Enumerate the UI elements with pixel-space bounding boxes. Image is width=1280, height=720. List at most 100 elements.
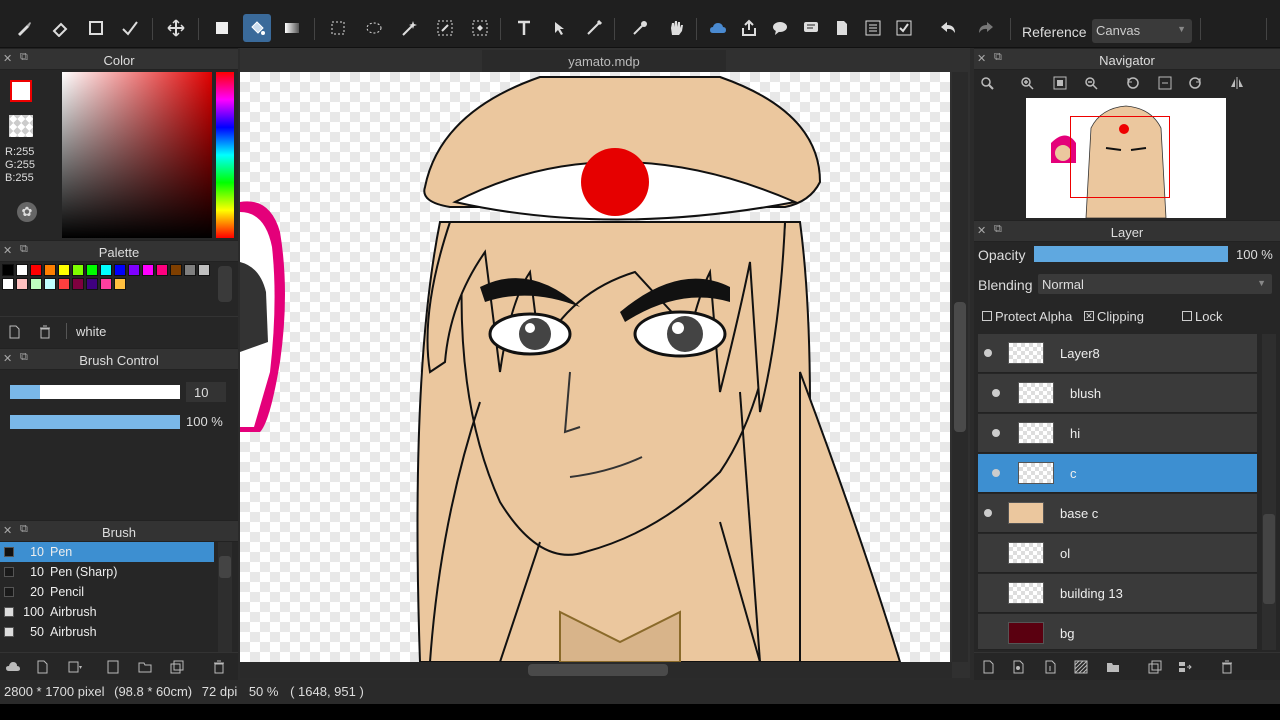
- comment-icon[interactable]: [766, 14, 794, 42]
- palette-swatch[interactable]: [198, 264, 210, 276]
- palette-swatch[interactable]: [2, 278, 14, 290]
- layer-row-selected[interactable]: c: [978, 454, 1257, 493]
- visibility-icon[interactable]: [984, 509, 992, 517]
- layer-row[interactable]: Layer8: [978, 334, 1257, 373]
- text-tool-icon[interactable]: [510, 14, 538, 42]
- duplicate-layer-icon[interactable]: [1144, 656, 1166, 678]
- layer-row[interactable]: bg: [978, 614, 1257, 650]
- brush-item[interactable]: 10 Pen: [0, 542, 214, 562]
- merge-layer-icon[interactable]: [1174, 656, 1196, 678]
- zoom-icon[interactable]: [976, 72, 998, 94]
- palette-swatch[interactable]: [100, 278, 112, 290]
- canvas-horizontal-scrollbar[interactable]: [240, 662, 952, 678]
- gradient-tool-icon[interactable]: [278, 14, 306, 42]
- check-list-icon[interactable]: [890, 14, 918, 42]
- layer-row[interactable]: base c: [978, 494, 1257, 533]
- trash-icon[interactable]: [34, 321, 56, 343]
- duplicate-icon[interactable]: [166, 656, 188, 678]
- eraser-tool-icon[interactable]: [46, 14, 74, 42]
- select-pen-tool-icon[interactable]: [431, 14, 459, 42]
- layer-row[interactable]: blush: [978, 374, 1257, 413]
- palette-swatch[interactable]: [16, 278, 28, 290]
- chat-icon[interactable]: [797, 14, 825, 42]
- navigator-viewport-frame[interactable]: [1070, 116, 1170, 198]
- palette-swatch[interactable]: [184, 264, 196, 276]
- palette-swatch[interactable]: [72, 264, 84, 276]
- navigator-preview[interactable]: [1026, 98, 1226, 218]
- select-lasso-tool-icon[interactable]: [360, 14, 388, 42]
- palette-swatch[interactable]: [44, 278, 56, 290]
- layer-opacity-slider[interactable]: [1034, 246, 1228, 262]
- brush-list-scrollbar[interactable]: [218, 542, 232, 652]
- palette-swatch[interactable]: [44, 264, 56, 276]
- palette-swatch[interactable]: [30, 278, 42, 290]
- undo-icon[interactable]: [934, 14, 962, 42]
- brush-doc-icon[interactable]: [102, 656, 124, 678]
- cloud-brush-icon[interactable]: [2, 656, 24, 678]
- page-icon[interactable]: [828, 14, 856, 42]
- layer-row[interactable]: hi: [978, 414, 1257, 453]
- select-rect-tool-icon[interactable]: [324, 14, 352, 42]
- brush-item[interactable]: 10 Pen (Sharp): [0, 562, 214, 582]
- rotate-right-icon[interactable]: [1184, 72, 1206, 94]
- palette-swatch[interactable]: [72, 278, 84, 290]
- layer-opacity-value[interactable]: 100 %: [1236, 247, 1273, 262]
- saturation-value-picker[interactable]: [62, 72, 212, 238]
- palette-swatch[interactable]: [86, 264, 98, 276]
- document-tab[interactable]: yamato.mdp: [482, 50, 726, 72]
- lock-checkbox[interactable]: [1182, 311, 1192, 321]
- brush-menu-icon[interactable]: [64, 656, 86, 678]
- rotate-left-icon[interactable]: [1122, 72, 1144, 94]
- hand-tool-icon[interactable]: [662, 14, 690, 42]
- palette-swatch[interactable]: [58, 278, 70, 290]
- palette-swatch[interactable]: [128, 264, 140, 276]
- palette-selected-name[interactable]: white: [76, 324, 106, 339]
- canvas-vertical-scrollbar[interactable]: [952, 72, 968, 662]
- palette-swatch[interactable]: [16, 264, 28, 276]
- folder-icon[interactable]: [134, 656, 156, 678]
- transparent-swatch[interactable]: [9, 115, 33, 137]
- brush-opacity-slider[interactable]: [10, 415, 180, 429]
- brush-item[interactable]: 100 Airbrush: [0, 602, 214, 622]
- canvas-vscroll-thumb[interactable]: [954, 302, 966, 432]
- hue-slider[interactable]: [216, 72, 234, 238]
- reset-icon[interactable]: [1154, 72, 1176, 94]
- palette-swatch[interactable]: [142, 264, 154, 276]
- palette-swatch[interactable]: [86, 278, 98, 290]
- palette-swatch[interactable]: [30, 264, 42, 276]
- flip-icon[interactable]: [1226, 72, 1248, 94]
- bucket-tool-icon[interactable]: [243, 14, 271, 42]
- list-icon[interactable]: [859, 14, 887, 42]
- redo-icon[interactable]: [972, 14, 1000, 42]
- layer-row[interactable]: ol: [978, 534, 1257, 573]
- palette-picker-icon[interactable]: ✿: [17, 202, 37, 222]
- new-halftone-layer-icon[interactable]: [1008, 656, 1030, 678]
- brush-tool-icon[interactable]: [10, 14, 38, 42]
- new-brush-icon[interactable]: [32, 656, 54, 678]
- divide-tool-icon[interactable]: [580, 14, 608, 42]
- brush-item[interactable]: 20 Pencil: [0, 582, 214, 602]
- drawing-canvas[interactable]: [240, 72, 950, 662]
- zoom-out-icon[interactable]: [1080, 72, 1102, 94]
- magic-wand-tool-icon[interactable]: [395, 14, 423, 42]
- visibility-icon[interactable]: [984, 349, 992, 357]
- cloud-icon[interactable]: [704, 14, 732, 42]
- visibility-icon[interactable]: [992, 429, 1000, 437]
- palette-swatch[interactable]: [156, 264, 168, 276]
- palette-scrollbar[interactable]: [218, 266, 232, 302]
- lasso-brush-tool-icon[interactable]: [116, 14, 144, 42]
- palette-swatch[interactable]: [114, 278, 126, 290]
- palette-swatch[interactable]: [114, 264, 126, 276]
- visibility-icon[interactable]: [992, 389, 1000, 397]
- protect-alpha-checkbox[interactable]: [982, 311, 992, 321]
- shape-rect-tool-icon[interactable]: [82, 14, 110, 42]
- brush-size-slider[interactable]: [10, 385, 180, 399]
- palette-swatch[interactable]: [100, 264, 112, 276]
- palette-swatch[interactable]: [58, 264, 70, 276]
- layer-list-scrollbar[interactable]: [1262, 334, 1276, 650]
- trash-icon[interactable]: [1216, 656, 1238, 678]
- select-eraser-tool-icon[interactable]: [466, 14, 494, 42]
- share-icon[interactable]: [735, 14, 763, 42]
- new-page-icon[interactable]: [4, 321, 26, 343]
- new-1bit-layer-icon[interactable]: [1040, 656, 1062, 678]
